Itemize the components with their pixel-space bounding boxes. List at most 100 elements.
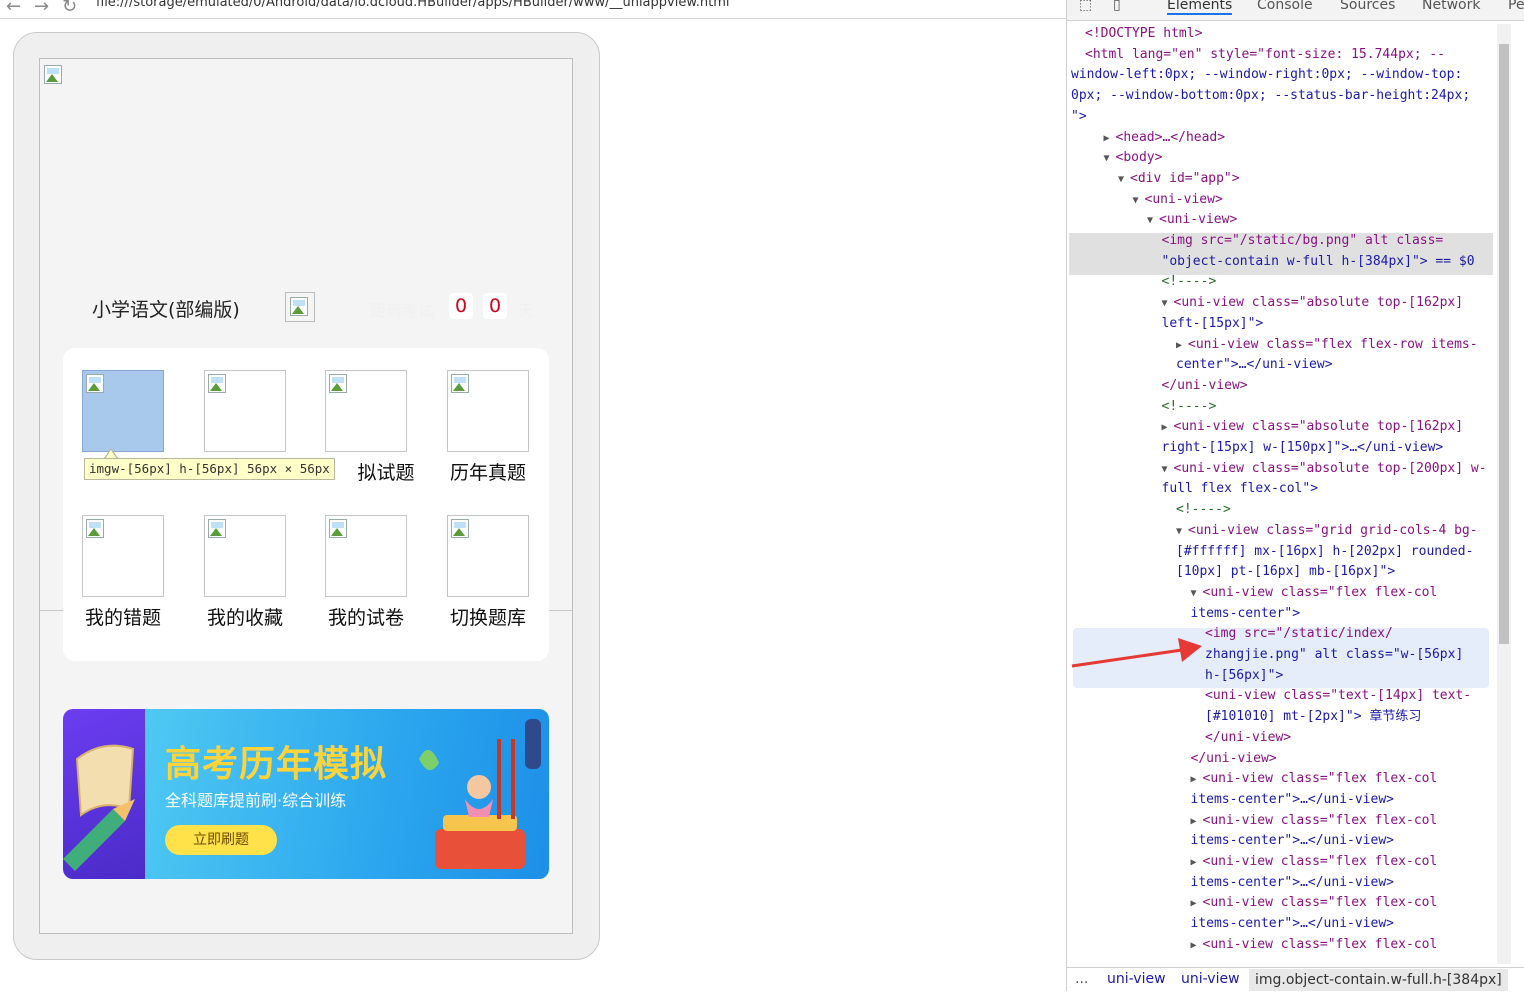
dom-line[interactable]: zhangjie.png" alt class="w-[56px] <box>1205 645 1524 666</box>
dom-line[interactable]: [#ffffff] mx-[16px] h-[202px] rounded- <box>1176 542 1524 563</box>
tab-elements[interactable]: Elements <box>1167 0 1232 15</box>
inspect-element-icon[interactable]: ⬚ <box>1079 0 1092 13</box>
my-papers-icon <box>325 515 407 597</box>
subject-title[interactable]: 小学语文(部编版) <box>92 295 240 322</box>
start-practice-button[interactable]: 立即刷题 <box>165 825 277 855</box>
collapse-triangle-icon[interactable]: ▼ <box>1104 149 1116 170</box>
breadcrumb-item[interactable]: uni-view <box>1107 971 1166 987</box>
grid-item-wrong-answers[interactable]: 我的错题 <box>68 515 178 630</box>
collapse-triangle-icon[interactable]: ▼ <box>1176 522 1188 543</box>
dom-line[interactable]: <img src="/static/index/ <box>1205 624 1524 645</box>
banner-content: 高考历年模拟 全科题库提前刷·综合训练 立即刷题 <box>145 709 549 879</box>
tab-console[interactable]: Console <box>1257 0 1313 13</box>
collapse-triangle-icon[interactable]: ▼ <box>1147 211 1159 232</box>
collapse-triangle-icon[interactable]: ▼ <box>1162 460 1174 481</box>
dom-line[interactable]: ▶<uni-view class="flex flex-row items- <box>1176 335 1524 357</box>
dom-line[interactable]: ▼<uni-view class="grid grid-cols-4 bg- <box>1176 521 1524 543</box>
collapse-triangle-icon[interactable]: ▼ <box>1191 584 1203 605</box>
expand-triangle-icon[interactable]: ▶ <box>1191 894 1203 915</box>
dom-line-text: </uni-view> <box>1191 751 1277 766</box>
tab-sources[interactable]: Sources <box>1340 0 1395 13</box>
grid-item-past-papers[interactable]: 历年真题 <box>433 370 543 485</box>
back-icon[interactable]: ← <box>6 0 21 17</box>
dom-line-text: <uni-view class="flex flex-col <box>1203 585 1438 600</box>
expand-triangle-icon[interactable]: ▶ <box>1191 853 1203 874</box>
dom-line[interactable]: window-left:0px; --window-right:0px; --w… <box>1071 65 1501 86</box>
url-text[interactable]: file:///storage/emulated/0/Android/data/… <box>96 0 730 10</box>
book-pencil-illustration <box>63 709 145 879</box>
dom-line[interactable]: items-center"> <box>1191 604 1524 625</box>
tab-network[interactable]: Network <box>1422 0 1480 13</box>
expand-triangle-icon[interactable]: ▶ <box>1191 936 1203 957</box>
collapse-triangle-icon[interactable]: ▼ <box>1162 294 1174 315</box>
dom-line[interactable]: ▶<uni-view class="flex flex-col <box>1191 852 1524 874</box>
dom-line[interactable]: items-center">…</uni-view> <box>1191 790 1524 811</box>
broken-image-icon <box>290 297 310 317</box>
expand-triangle-icon[interactable]: ▶ <box>1176 336 1188 357</box>
dom-line[interactable]: ▶<uni-view class="flex flex-col <box>1191 769 1524 791</box>
dom-line[interactable]: <!----> <box>1176 500 1524 521</box>
grid-item-mock-test-1[interactable] <box>190 370 300 452</box>
dom-line[interactable]: items-center">…</uni-view> <box>1191 873 1524 894</box>
dom-line[interactable]: "object-contain w-full h-[384px]"> == $0 <box>1162 252 1524 273</box>
dom-line-text: items-center">…</uni-view> <box>1191 916 1395 931</box>
breadcrumb-ellipsis[interactable]: ... <box>1075 971 1088 987</box>
address-bar[interactable]: ← → ↻ file:///storage/emulated/0/Android… <box>0 0 1066 19</box>
dom-line[interactable]: ▶<uni-view class="absolute top-[162px] <box>1162 417 1524 439</box>
expand-triangle-icon[interactable]: ▶ <box>1191 812 1203 833</box>
device-toolbar-icon[interactable]: ▯ <box>1113 0 1121 13</box>
breadcrumb-item-selected[interactable]: img.object-contain.w-full.h-[384px] <box>1249 969 1508 991</box>
dom-line[interactable]: ▼<div id="app"> <box>1118 169 1524 191</box>
switch-subject-icon[interactable] <box>285 292 315 322</box>
dom-line[interactable]: h-[56px]"> <box>1205 666 1524 687</box>
dom-line[interactable]: center">…</uni-view> <box>1176 355 1524 376</box>
dom-line[interactable]: ▼<uni-view class="absolute top-[200px] w… <box>1162 459 1524 481</box>
dom-line[interactable]: ▼<uni-view class="flex flex-col <box>1191 583 1524 605</box>
dom-line[interactable]: <!----> <box>1162 272 1524 293</box>
dom-line[interactable]: <html lang="en" style="font-size: 15.744… <box>1085 45 1515 66</box>
scrollbar[interactable] <box>1497 24 1511 964</box>
dom-tree[interactable]: <!DOCTYPE html><html lang="en" style="fo… <box>1067 24 1497 964</box>
dom-line[interactable]: ▼<uni-view> <box>1147 210 1524 232</box>
scroll-thumb[interactable] <box>1499 44 1509 644</box>
dom-line[interactable]: </uni-view> <box>1162 376 1524 397</box>
dom-line[interactable]: items-center">…</uni-view> <box>1191 914 1524 935</box>
promo-banner[interactable]: 高考历年模拟 全科题库提前刷·综合训练 立即刷题 <box>63 709 549 879</box>
forward-icon[interactable]: → <box>34 0 49 17</box>
dom-line[interactable]: ▼<body> <box>1104 148 1524 170</box>
devtools-tab-bar: ⬚ ▯ Elements Console Sources Network Pe <box>1067 0 1524 21</box>
dom-line[interactable]: <!----> <box>1162 397 1524 418</box>
dom-line[interactable]: 0px; --window-bottom:0px; --status-bar-h… <box>1071 86 1501 107</box>
tab-performance[interactable]: Pe <box>1508 0 1524 13</box>
dom-line[interactable]: left-[15px]"> <box>1162 314 1524 335</box>
grid-item-chapter-practice[interactable] <box>68 370 178 452</box>
dom-line[interactable]: <img src="/static/bg.png" alt class= <box>1162 231 1524 252</box>
dom-line[interactable]: ▶<head>…</head> <box>1104 128 1524 150</box>
dom-line[interactable]: ▶<uni-view class="flex flex-col <box>1191 811 1524 833</box>
grid-item-favorites[interactable]: 我的收藏 <box>190 515 300 630</box>
dom-line[interactable]: ▶<uni-view class="flex flex-col <box>1191 893 1524 915</box>
dom-line[interactable]: ▶<uni-view class="flex flex-col <box>1191 935 1524 957</box>
dom-line[interactable]: right-[15px] w-[150px]">…</uni-view> <box>1162 438 1524 459</box>
dom-line[interactable]: "> <box>1071 107 1501 128</box>
grid-item-switch-bank[interactable]: 切换题库 <box>433 515 543 630</box>
dom-line[interactable]: <!DOCTYPE html> <box>1085 24 1515 45</box>
dom-line[interactable]: [#101010] mt-[2px]"> 章节练习 <box>1205 707 1524 728</box>
dom-line[interactable]: items-center">…</uni-view> <box>1191 831 1524 852</box>
grid-item-my-papers[interactable]: 我的试卷 <box>311 515 421 630</box>
expand-triangle-icon[interactable]: ▶ <box>1191 770 1203 791</box>
breadcrumb-item[interactable]: uni-view <box>1181 971 1240 987</box>
reload-icon[interactable]: ↻ <box>62 0 77 17</box>
collapse-triangle-icon[interactable]: ▼ <box>1133 191 1145 212</box>
expand-triangle-icon[interactable]: ▶ <box>1104 129 1116 150</box>
dom-line[interactable]: ▼<uni-view> <box>1133 190 1524 212</box>
dom-line[interactable]: </uni-view> <box>1191 749 1524 770</box>
dom-line[interactable]: full flex flex-col"> <box>1162 479 1524 500</box>
dom-line[interactable]: <uni-view class="text-[14px] text- <box>1205 686 1524 707</box>
dom-line-text: h-[56px]"> <box>1205 668 1283 683</box>
dom-line[interactable]: ▼<uni-view class="absolute top-[162px] <box>1162 293 1524 315</box>
dom-line[interactable]: [10px] pt-[16px] mb-[16px]"> <box>1176 562 1524 583</box>
collapse-triangle-icon[interactable]: ▼ <box>1118 170 1130 191</box>
dom-line[interactable]: </uni-view> <box>1205 728 1524 749</box>
expand-triangle-icon[interactable]: ▶ <box>1162 418 1174 439</box>
